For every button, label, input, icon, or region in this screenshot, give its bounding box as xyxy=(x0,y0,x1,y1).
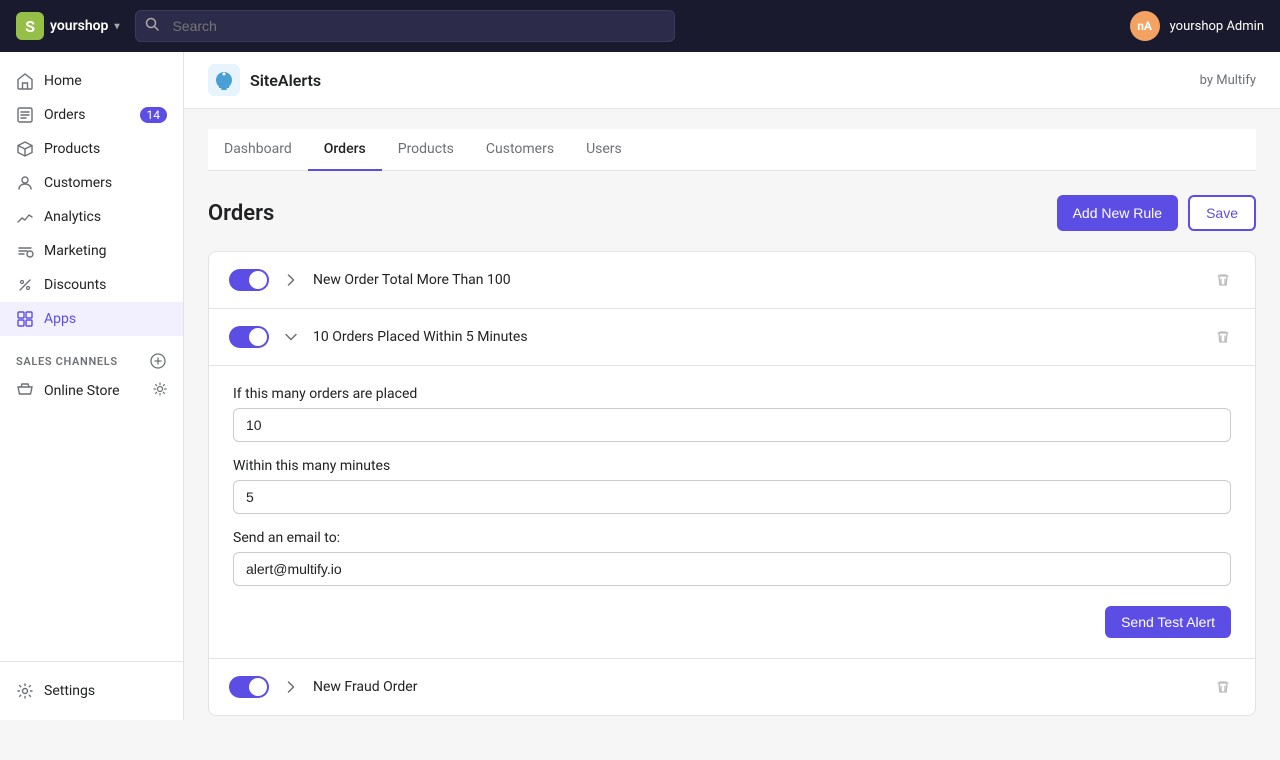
search-container xyxy=(135,10,675,42)
topnav: S yourshop ▾ nA yourshop Admin xyxy=(0,0,1280,52)
sidebar-item-settings[interactable]: Settings xyxy=(0,674,183,708)
app-header: SiteAlerts by Multify xyxy=(184,52,1280,109)
search-icon xyxy=(145,17,159,35)
sidebar-item-label: Online Store xyxy=(44,383,120,399)
search-input[interactable] xyxy=(135,10,675,42)
rule1-chevron-right[interactable] xyxy=(281,270,301,290)
tab-users[interactable]: Users xyxy=(570,129,638,171)
email-label: Send an email to: xyxy=(233,530,1231,546)
orders-icon xyxy=(16,106,34,124)
orders-count-group: If this many orders are placed xyxy=(233,386,1231,442)
orders-badge: 14 xyxy=(140,107,168,123)
sidebar-item-label: Products xyxy=(44,141,100,157)
sidebar-item-online-store[interactable]: Online Store xyxy=(0,374,183,408)
sidebar-item-label: Discounts xyxy=(44,277,106,293)
rule2-expanded: 10 Orders Placed Within 5 Minutes If thi… xyxy=(209,309,1255,659)
rule3-chevron-right[interactable] xyxy=(281,677,301,697)
shopify-icon: S xyxy=(16,12,44,40)
sidebar-item-customers[interactable]: Customers xyxy=(0,166,183,200)
sidebar-footer: Settings xyxy=(0,661,183,720)
brand-name: yourshop xyxy=(50,18,108,34)
rule1-delete-icon[interactable] xyxy=(1211,268,1235,292)
tab-customers[interactable]: Customers xyxy=(470,129,570,171)
orders-actions: Add New Rule Save xyxy=(1057,195,1256,231)
rules-card: New Order Total More Than 100 10 Orders … xyxy=(208,251,1256,716)
rule2-delete-icon[interactable] xyxy=(1211,325,1235,349)
email-input[interactable] xyxy=(233,552,1231,586)
email-group: Send an email to: xyxy=(233,530,1231,586)
sidebar-item-label: Apps xyxy=(44,311,76,327)
rule2-body: If this many orders are placed Within th… xyxy=(209,366,1255,658)
orders-header: Orders Add New Rule Save xyxy=(208,195,1256,231)
save-button[interactable]: Save xyxy=(1188,195,1256,231)
sidebar-item-label: Customers xyxy=(44,175,112,191)
sidebar-item-label: Marketing xyxy=(44,243,107,259)
tab-dashboard[interactable]: Dashboard xyxy=(208,129,308,171)
orders-page: Orders Add New Rule Save New Order Total… xyxy=(208,171,1256,740)
sidebar-item-home[interactable]: Home xyxy=(0,64,183,98)
sidebar-item-label: Home xyxy=(44,73,82,89)
rule3-label: New Fraud Order xyxy=(313,679,1199,695)
sidebar-item-marketing[interactable]: Marketing xyxy=(0,234,183,268)
online-store-icon xyxy=(16,382,34,400)
sidebar: Home Orders 14 Products Customers Anal xyxy=(0,52,184,720)
minutes-input[interactable] xyxy=(233,480,1231,514)
rule-row: New Order Total More Than 100 xyxy=(209,252,1255,309)
rule3-toggle[interactable] xyxy=(229,676,269,698)
sidebar-item-orders[interactable]: Orders 14 xyxy=(0,98,183,132)
sidebar-item-label: Orders xyxy=(44,107,86,123)
home-icon xyxy=(16,72,34,90)
tabs: Dashboard Orders Products Customers User… xyxy=(208,129,1256,171)
rule2-toggle[interactable] xyxy=(229,326,269,348)
app-title-area: SiteAlerts xyxy=(208,64,321,96)
minutes-label: Within this many minutes xyxy=(233,458,1231,474)
sidebar-item-apps[interactable]: Apps xyxy=(0,302,183,336)
discounts-icon xyxy=(16,276,34,294)
analytics-icon xyxy=(16,208,34,226)
sidebar-item-analytics[interactable]: Analytics xyxy=(0,200,183,234)
sidebar-item-discounts[interactable]: Discounts xyxy=(0,268,183,302)
apps-icon xyxy=(16,310,34,328)
brand-chevron: ▾ xyxy=(114,21,119,32)
settings-label: Settings xyxy=(44,683,95,699)
topnav-right: nA yourshop Admin xyxy=(1130,11,1264,41)
sidebar-item-label: Analytics xyxy=(44,209,101,225)
rule1-label: New Order Total More Than 100 xyxy=(313,272,1199,288)
orders-count-input[interactable] xyxy=(233,408,1231,442)
channels-label: SALES CHANNELS xyxy=(16,355,118,368)
sidebar-item-products[interactable]: Products xyxy=(0,132,183,166)
add-new-rule-button[interactable]: Add New Rule xyxy=(1057,195,1179,231)
customers-icon xyxy=(16,174,34,192)
tab-orders[interactable]: Orders xyxy=(308,129,382,171)
sitealerts-icon xyxy=(208,64,240,96)
add-channel-icon[interactable] xyxy=(149,352,167,370)
rule3-row: New Fraud Order xyxy=(209,659,1255,715)
rule2-header: 10 Orders Placed Within 5 Minutes xyxy=(209,309,1255,366)
orders-title: Orders xyxy=(208,201,274,226)
avatar[interactable]: nA xyxy=(1130,11,1160,41)
rule2-chevron-down[interactable] xyxy=(281,327,301,347)
rule1-toggle[interactable] xyxy=(229,269,269,291)
rule3-delete-icon[interactable] xyxy=(1211,675,1235,699)
settings-cog-icon[interactable] xyxy=(153,382,167,400)
rule2-label: 10 Orders Placed Within 5 Minutes xyxy=(313,329,1199,345)
user-name: yourshop Admin xyxy=(1170,19,1264,34)
orders-count-label: If this many orders are placed xyxy=(233,386,1231,402)
app-name: SiteAlerts xyxy=(250,71,321,90)
settings-icon xyxy=(16,682,34,700)
products-icon xyxy=(16,140,34,158)
send-test-alert-button[interactable]: Send Test Alert xyxy=(1105,606,1231,638)
channels-section: SALES CHANNELS xyxy=(0,336,183,374)
tab-products[interactable]: Products xyxy=(382,129,470,171)
by-label: by Multify xyxy=(1200,73,1256,88)
minutes-group: Within this many minutes xyxy=(233,458,1231,514)
main-content: SiteAlerts by Multify Dashboard Orders P… xyxy=(184,52,1280,760)
brand[interactable]: S yourshop ▾ xyxy=(16,12,119,40)
marketing-icon xyxy=(16,242,34,260)
